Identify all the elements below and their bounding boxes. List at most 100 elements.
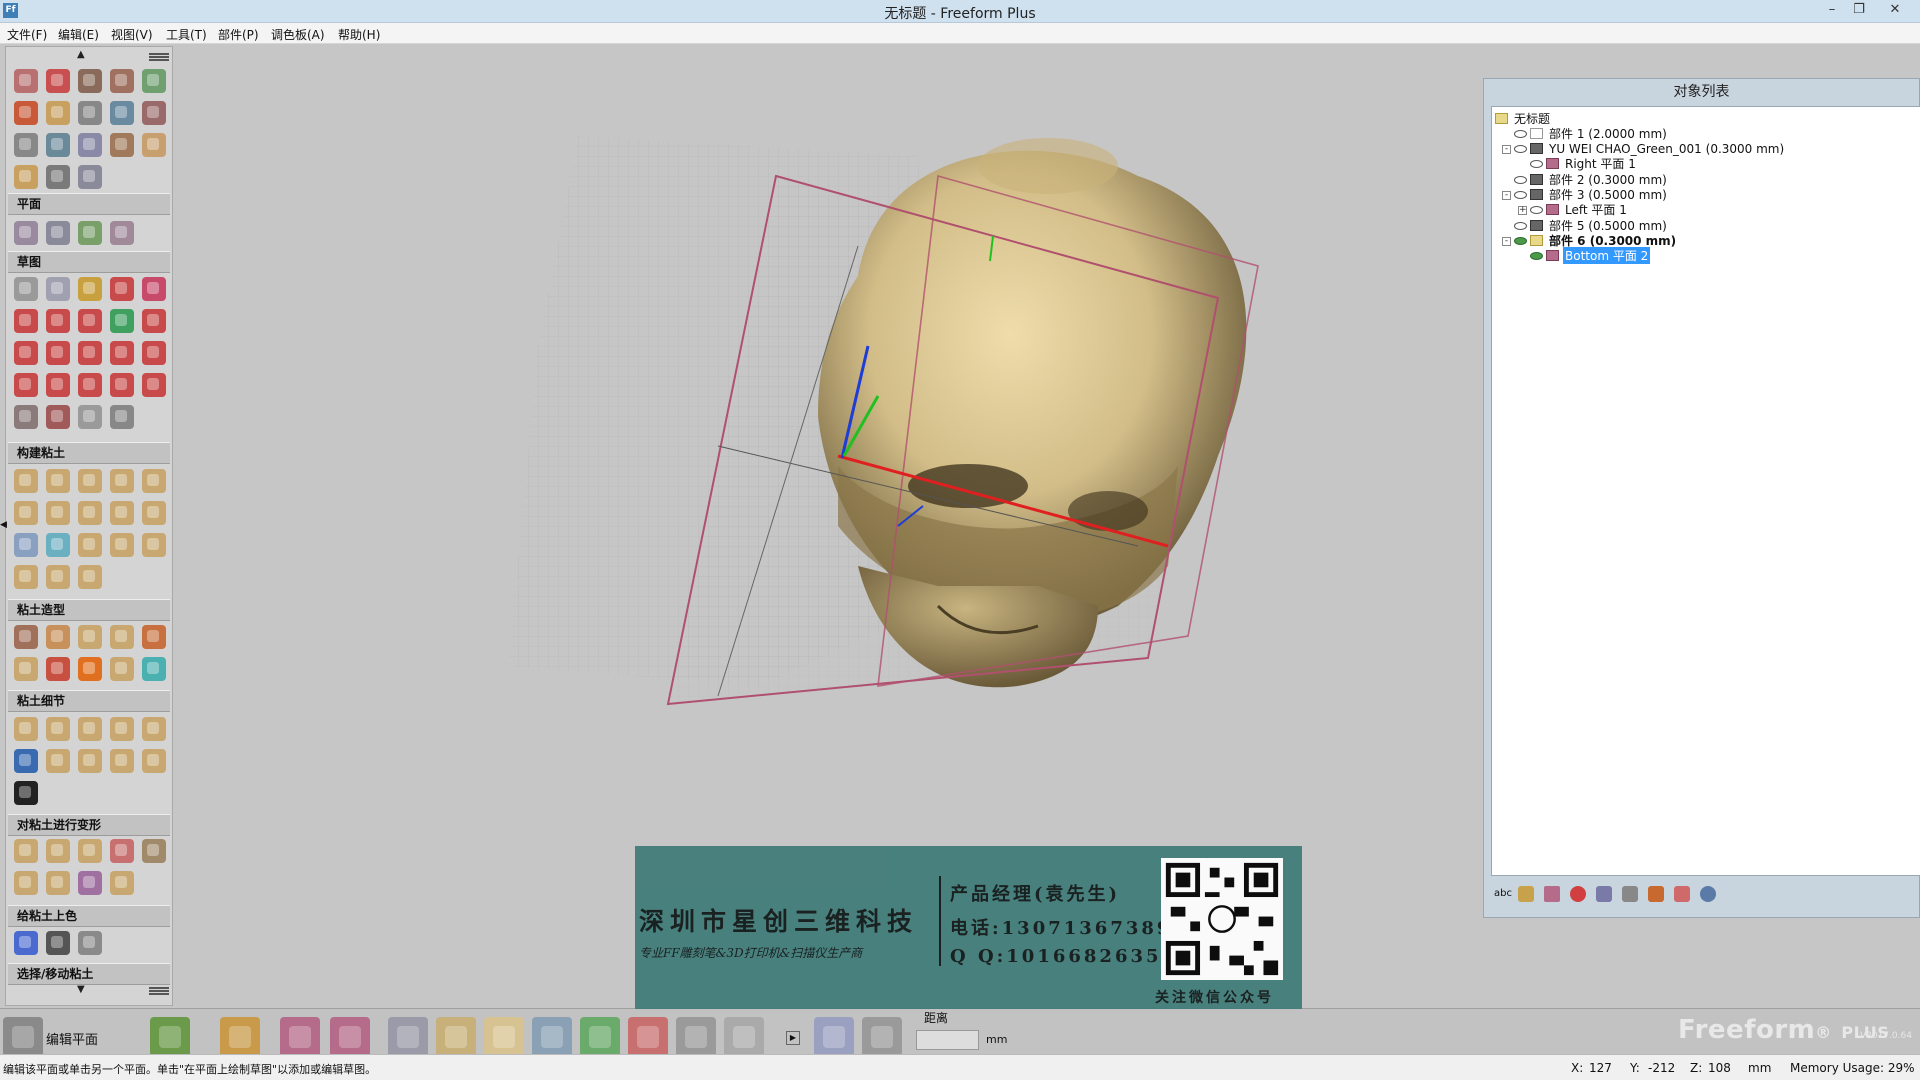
collapse-icon[interactable]: - [1502, 191, 1511, 200]
clay-view-icon[interactable] [484, 1017, 524, 1057]
palette-tool-icon[interactable] [142, 277, 166, 301]
view-plane-icon[interactable] [388, 1017, 428, 1057]
rename-button[interactable]: abc [1492, 886, 1514, 902]
palette-tool-icon[interactable] [110, 405, 134, 429]
palette-tool-icon[interactable] [110, 69, 134, 93]
palette-tool-icon[interactable] [110, 839, 134, 863]
palette-tool-icon[interactable] [46, 717, 70, 741]
palette-tool-icon[interactable] [142, 839, 166, 863]
new-plane-icon[interactable] [1544, 886, 1560, 902]
palette-menu-bottom-icon[interactable] [149, 987, 169, 995]
palette-tool-icon[interactable] [14, 839, 38, 863]
visibility-eye-icon[interactable] [1514, 236, 1527, 245]
palette-tool-icon[interactable] [142, 309, 166, 333]
palette-tool-icon[interactable] [46, 469, 70, 493]
palette-tool-icon[interactable] [46, 309, 70, 333]
palette-tool-icon[interactable] [14, 565, 38, 589]
palette-tool-icon[interactable] [78, 277, 102, 301]
palette-tool-icon[interactable] [14, 373, 38, 397]
menu-help[interactable]: 帮助(H) [338, 26, 380, 43]
palette-tool-icon[interactable] [46, 657, 70, 681]
palette-tool-icon[interactable] [78, 165, 102, 189]
palette-tool-icon[interactable] [14, 101, 38, 125]
menu-edit[interactable]: 编辑(E) [58, 26, 99, 43]
move-part-icon[interactable] [1648, 886, 1664, 902]
palette-tool-icon[interactable] [46, 69, 70, 93]
palette-tool-icon[interactable] [14, 749, 38, 773]
visibility-eye-icon[interactable] [1530, 251, 1543, 260]
axis-tool-icon[interactable] [814, 1017, 854, 1057]
palette-tool-icon[interactable] [78, 501, 102, 525]
palette-tool-icon[interactable] [46, 501, 70, 525]
palette-tool-icon[interactable] [46, 341, 70, 365]
palette-tool-icon[interactable] [14, 309, 38, 333]
palette-tool-icon[interactable] [110, 101, 134, 125]
sketch-tool-icon[interactable] [150, 1017, 190, 1057]
new-axis-icon[interactable] [1570, 886, 1586, 902]
minimize-button[interactable]: – [1817, 0, 1847, 22]
palette-tool-icon[interactable] [110, 373, 134, 397]
collapse-icon[interactable]: - [1502, 237, 1511, 246]
align-view-icon[interactable] [532, 1017, 572, 1057]
rotate-plane-icon[interactable] [628, 1017, 668, 1057]
edit-plane-icon[interactable] [3, 1017, 43, 1057]
visibility-eye-icon[interactable] [1514, 129, 1527, 138]
menu-palette[interactable]: 调色板(A) [271, 26, 325, 43]
palette-tool-icon[interactable] [110, 533, 134, 557]
palette-tool-icon[interactable] [142, 341, 166, 365]
palette-tool-icon[interactable] [142, 373, 166, 397]
merge-icon[interactable] [1596, 886, 1612, 902]
palette-tool-icon[interactable] [110, 221, 134, 245]
palette-tool-icon[interactable] [110, 625, 134, 649]
plane-grid-2-icon[interactable] [330, 1017, 370, 1057]
palette-tool-icon[interactable] [46, 749, 70, 773]
restore-button[interactable]: ❐ [1844, 0, 1874, 22]
palette-tool-icon[interactable] [14, 871, 38, 895]
palette-tool-icon[interactable] [14, 133, 38, 157]
palette-tool-icon[interactable] [142, 657, 166, 681]
palette-tool-icon[interactable] [78, 69, 102, 93]
reset-plane-icon[interactable] [724, 1017, 764, 1057]
palette-tool-icon[interactable] [46, 165, 70, 189]
palette-menu-icon[interactable] [149, 53, 169, 61]
palette-scroll-down-button[interactable]: ▼ [77, 984, 85, 995]
draw-sketch-icon[interactable] [220, 1017, 260, 1057]
palette-tool-icon[interactable] [14, 165, 38, 189]
palette-tool-icon[interactable] [142, 101, 166, 125]
palette-tool-icon[interactable] [142, 749, 166, 773]
palette-tool-icon[interactable] [14, 533, 38, 557]
palette-tool-icon[interactable] [78, 405, 102, 429]
palette-tool-icon[interactable] [78, 717, 102, 741]
palette-tool-icon[interactable] [14, 657, 38, 681]
tree-item-left-plane[interactable]: Left 平面 1 [1530, 201, 1629, 218]
section-sketch[interactable]: 草图 [8, 251, 170, 273]
tree-item-bottom-plane[interactable]: Bottom 平面 2 [1530, 247, 1651, 264]
find-icon[interactable] [1700, 886, 1716, 902]
section-plane[interactable]: 平面 [8, 193, 170, 215]
palette-tool-icon[interactable] [142, 501, 166, 525]
section-color-clay[interactable]: 给粘土上色 [8, 905, 170, 927]
palette-tool-icon[interactable] [142, 625, 166, 649]
palette-tool-icon[interactable] [46, 871, 70, 895]
new-part-icon[interactable] [1518, 886, 1534, 902]
delete-part-icon[interactable] [1674, 886, 1690, 902]
palette-tool-icon[interactable] [110, 749, 134, 773]
palette-tool-icon[interactable] [110, 469, 134, 493]
move-plane-icon[interactable] [580, 1017, 620, 1057]
tree-item-right-plane[interactable]: Right 平面 1 [1530, 155, 1638, 172]
palette-tool-icon[interactable] [78, 931, 102, 955]
section-build-clay[interactable]: 构建粘土 [8, 442, 170, 464]
palette-tool-icon[interactable] [110, 133, 134, 157]
menu-view[interactable]: 视图(V) [111, 26, 153, 43]
palette-tool-icon[interactable] [142, 717, 166, 741]
palette-scroll-up-button[interactable]: ▲ [77, 49, 85, 60]
palette-tool-icon[interactable] [14, 469, 38, 493]
palette-tool-icon[interactable] [46, 101, 70, 125]
palette-tool-icon[interactable] [14, 277, 38, 301]
palette-tool-icon[interactable] [14, 717, 38, 741]
palette-tool-icon[interactable] [14, 781, 38, 805]
expand-icon[interactable]: + [1518, 206, 1527, 215]
palette-tool-icon[interactable] [14, 405, 38, 429]
flip-plane-icon[interactable] [676, 1017, 716, 1057]
palette-tool-icon[interactable] [78, 341, 102, 365]
